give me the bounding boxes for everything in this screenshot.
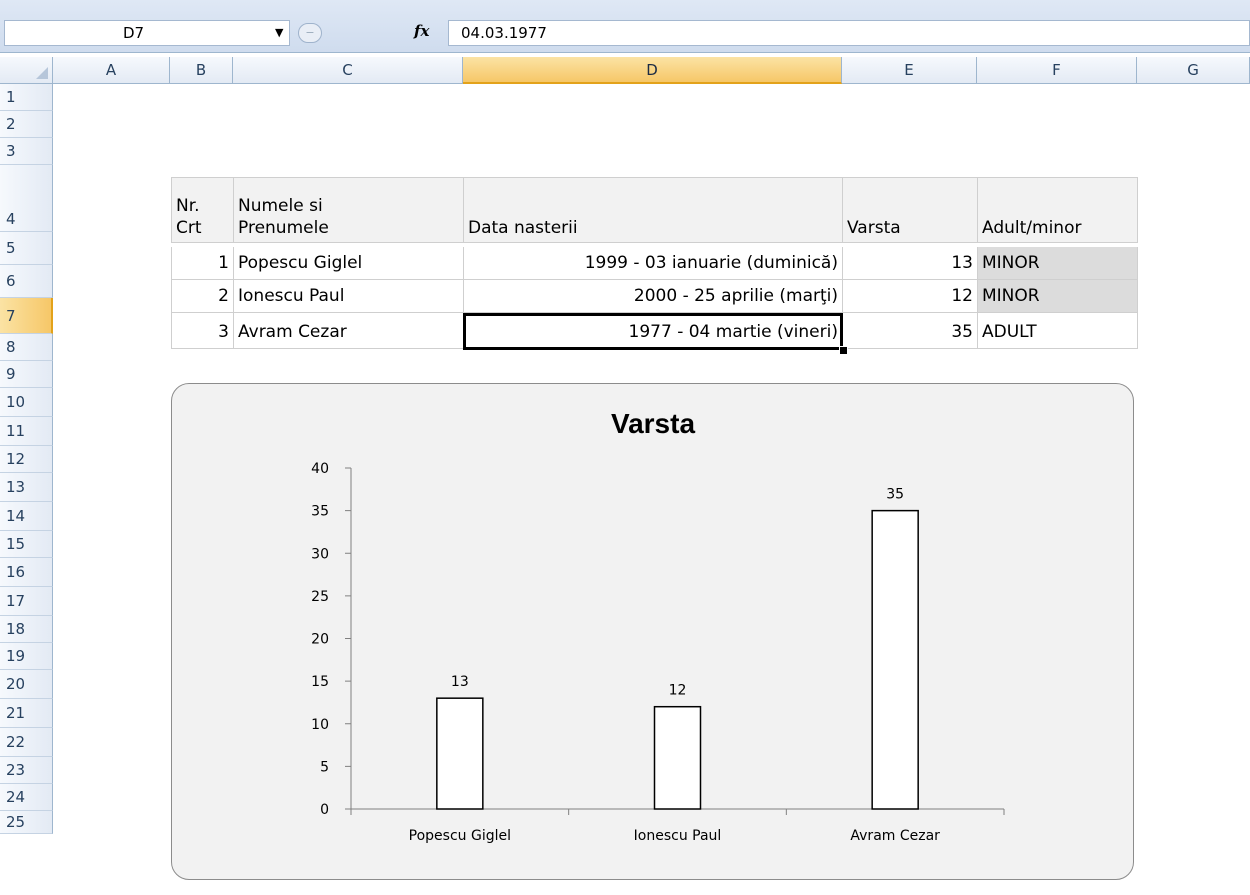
name-box-value: D7 — [123, 24, 145, 42]
row-header-1[interactable]: 1 — [0, 84, 53, 111]
column-header-e[interactable]: E — [842, 57, 977, 84]
y-tick-label: 25 — [311, 589, 329, 605]
row-header-7[interactable]: 7 — [0, 298, 53, 334]
category-label: Popescu Giglel — [409, 828, 511, 844]
y-tick-label: 0 — [320, 802, 329, 818]
row-header-2[interactable]: 2 — [0, 111, 53, 138]
insert-function-icon[interactable]: fx — [414, 22, 429, 40]
cell-nr[interactable]: 2 — [171, 280, 234, 313]
cell-nr[interactable]: 1 — [171, 247, 234, 280]
row-header-21[interactable]: 21 — [0, 699, 53, 728]
column-header-c[interactable]: C — [233, 57, 463, 84]
category-label: Avram Cezar — [850, 828, 940, 844]
column-header-g[interactable]: G — [1137, 57, 1250, 84]
column-header-d[interactable]: D — [463, 57, 842, 84]
cell-date-selected[interactable]: 1977 - 04 martie (vineri) — [464, 313, 843, 349]
row-header-12[interactable]: 12 — [0, 446, 53, 473]
row-header-25[interactable]: 25 — [0, 811, 53, 834]
header-name-line2: Prenumele — [238, 218, 329, 238]
cell-date[interactable]: 2000 - 25 aprilie (marţi) — [464, 280, 843, 313]
row-header-23[interactable]: 23 — [0, 757, 53, 784]
bar-ionescu-paul — [653, 705, 702, 810]
expand-circle-icon[interactable]: − — [298, 23, 322, 43]
cell-status[interactable]: ADULT — [978, 313, 1138, 349]
header-nr-line1: Nr. — [176, 196, 200, 216]
header-age[interactable]: Varsta — [843, 177, 978, 243]
row-header-20[interactable]: 20 — [0, 670, 53, 699]
y-tick-label: 10 — [311, 717, 329, 733]
column-header-a[interactable]: A — [53, 57, 170, 84]
chart-title: Varsta — [611, 408, 695, 439]
data-label: 12 — [669, 683, 687, 699]
name-box[interactable]: D7 ▼ — [4, 20, 290, 46]
header-nr-crt[interactable]: Nr. Crt — [171, 177, 234, 243]
row-header-3[interactable]: 3 — [0, 138, 53, 165]
formula-tools: − fx — [296, 20, 448, 46]
cell-date[interactable]: 1999 - 03 ianuarie (duminică) — [464, 247, 843, 280]
bar-avram-cezar — [871, 509, 919, 810]
row-header-13[interactable]: 13 — [0, 473, 53, 502]
row-header-6[interactable]: 6 — [0, 265, 53, 298]
cell-status[interactable]: MINOR — [978, 247, 1138, 280]
cell-name[interactable]: Ionescu Paul — [234, 280, 464, 313]
cell-nr[interactable]: 3 — [171, 313, 234, 349]
row-header-15[interactable]: 15 — [0, 531, 53, 558]
header-date[interactable]: Data nasterii — [464, 177, 843, 243]
row-header-5[interactable]: 5 — [0, 232, 53, 265]
row-header-22[interactable]: 22 — [0, 728, 53, 757]
y-tick-label: 20 — [311, 632, 329, 648]
formula-input[interactable]: 04.03.1977 — [448, 20, 1250, 46]
fill-handle[interactable] — [839, 346, 848, 355]
chart-canvas: Varsta 0 5 10 15 20 25 30 35 40 13 Popescu Giglel 12… — [311, 408, 1005, 844]
header-status-label: Adult/minor — [982, 218, 1082, 238]
category-label: Ionescu Paul — [634, 828, 722, 844]
column-header-f[interactable]: F — [977, 57, 1137, 84]
row-header-14[interactable]: 14 — [0, 502, 53, 531]
y-tick-label: 40 — [311, 461, 329, 477]
row-header-18[interactable]: 18 — [0, 616, 53, 643]
y-tick-label: 5 — [320, 759, 329, 775]
cell-age[interactable]: 35 — [843, 313, 978, 349]
row-header-16[interactable]: 16 — [0, 558, 53, 587]
bar-popescu-giglel — [436, 697, 484, 810]
row-header-11[interactable]: 11 — [0, 417, 53, 446]
formula-bar: D7 ▼ − fx 04.03.1977 — [0, 0, 1250, 53]
row-header-19[interactable]: 19 — [0, 643, 53, 670]
cell-age[interactable]: 12 — [843, 280, 978, 313]
cell-name[interactable]: Avram Cezar — [234, 313, 464, 349]
header-date-label: Data nasterii — [468, 218, 578, 238]
row-header-9[interactable]: 9 — [0, 361, 53, 388]
data-label: 13 — [451, 674, 469, 690]
y-tick-label: 30 — [311, 546, 329, 562]
y-tick-label: 35 — [311, 504, 329, 520]
name-box-dropdown-icon[interactable]: ▼ — [275, 21, 283, 45]
row-header-10[interactable]: 10 — [0, 388, 53, 417]
data-label: 35 — [886, 487, 904, 503]
row-header-4[interactable]: 4 — [0, 165, 53, 232]
header-status[interactable]: Adult/minor — [978, 177, 1138, 243]
cell-name[interactable]: Popescu Giglel — [234, 247, 464, 280]
header-nr-line2: Crt — [176, 218, 202, 238]
select-all-button[interactable] — [0, 57, 53, 84]
y-tick-label: 15 — [311, 674, 329, 690]
row-header-17[interactable]: 17 — [0, 587, 53, 616]
header-name-line1: Numele si — [238, 196, 323, 216]
row-header-8[interactable]: 8 — [0, 334, 53, 361]
header-age-label: Varsta — [847, 218, 901, 238]
cell-age[interactable]: 13 — [843, 247, 978, 280]
cell-status[interactable]: MINOR — [978, 280, 1138, 313]
chart[interactable]: Varsta 0 5 10 15 20 25 30 35 40 13 Popescu Giglel 12… — [171, 383, 1134, 880]
row-header-24[interactable]: 24 — [0, 784, 53, 811]
header-name[interactable]: Numele si Prenumele — [234, 177, 464, 243]
column-header-b[interactable]: B — [170, 57, 233, 84]
